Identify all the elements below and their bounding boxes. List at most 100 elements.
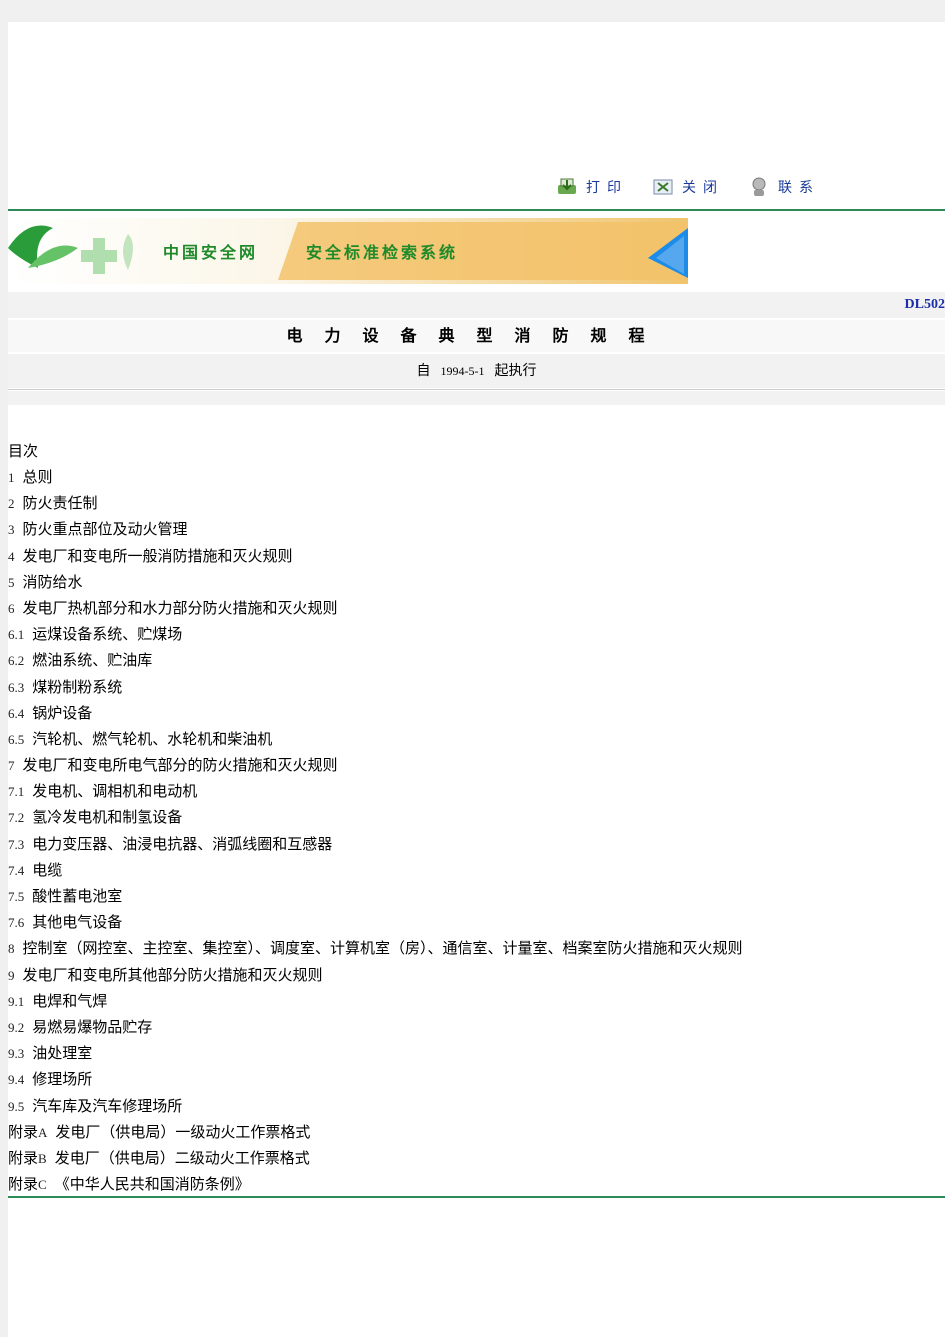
document-title: 电力设备典型消防规程 xyxy=(8,320,945,352)
toc-item: 1 总则 xyxy=(8,464,945,490)
toc-item-number: 6.1 xyxy=(8,627,25,643)
toc-item: 9.4 修理场所 xyxy=(8,1066,945,1092)
toc-appendix: 附录B 发电厂（供电局）二级动火工作票格式 xyxy=(8,1145,945,1171)
toc-item-number: 3 xyxy=(8,522,15,538)
toc-appendix: 附录C 《中华人民共和国消防条例》 xyxy=(8,1171,945,1197)
toc-item-title: 电力变压器、油浸电抗器、消弧线圈和互感器 xyxy=(32,834,333,853)
appendix-prefix: 附录 xyxy=(8,1148,39,1167)
toc-item-title: 汽轮机、燃气轮机、水轮机和柴油机 xyxy=(32,729,273,748)
toc-item-number: 7.4 xyxy=(8,862,25,878)
toc-item: 6.5 汽轮机、燃气轮机、水轮机和柴油机 xyxy=(8,726,945,752)
toc-item-number: 9.5 xyxy=(8,1098,25,1114)
toc-item-number: 9.1 xyxy=(8,993,25,1009)
toc-item-title: 汽车库及汽车修理场所 xyxy=(32,1096,183,1115)
close-icon xyxy=(652,176,674,198)
toc-item-title: 易燃易爆物品贮存 xyxy=(32,1017,153,1036)
toc-item: 7 发电厂和变电所电气部分的防火措施和灭火规则 xyxy=(8,752,945,778)
toc-item-number: 7.2 xyxy=(8,810,25,826)
effective-date: 1994-5-1 xyxy=(440,364,485,378)
toc-item-number: 6.3 xyxy=(8,679,25,695)
toc-item-number: 5 xyxy=(8,574,15,590)
toc-item-title: 控制室（网控室、主控室、集控室）、调度室、计算机室（房）、通信室、计量室、档案室… xyxy=(22,939,743,958)
toc-item-number: 7.6 xyxy=(8,915,25,931)
appendix-title: 《中华人民共和国消防条例》 xyxy=(54,1175,250,1194)
appendix-letter: C xyxy=(38,1177,47,1193)
toc-item: 5 消防给水 xyxy=(8,569,945,595)
appendix-letter: A xyxy=(38,1124,48,1140)
appendix-prefix: 附录 xyxy=(8,1175,39,1194)
toc-item: 8 控制室（网控室、主控室、集控室）、调度室、计算机室（房）、通信室、计量室、档案… xyxy=(8,935,945,961)
toc-item-title: 油处理室 xyxy=(32,1044,93,1063)
effective-suffix: 起执行 xyxy=(494,363,537,379)
banner-site-name: 中国安全网 xyxy=(163,243,259,262)
toc-item-number: 6.5 xyxy=(8,731,25,747)
toc-item-number: 4 xyxy=(8,548,15,564)
toc-item-title: 发电厂和变电所一般消防措施和灭火规则 xyxy=(22,546,293,565)
toc-item: 9 发电厂和变电所其他部分防火措施和灭火规则 xyxy=(8,962,945,988)
toc-item-number: 6.4 xyxy=(8,705,25,721)
toc-item: 7.3 电力变压器、油浸电抗器、消弧线圈和互感器 xyxy=(8,831,945,857)
toc-item-title: 运煤设备系统、贮煤场 xyxy=(32,625,183,644)
contact-button[interactable]: 联系 xyxy=(748,176,820,198)
effective-prefix: 自 xyxy=(416,363,431,379)
effective-date-bar: 自 1994-5-1 起执行 xyxy=(8,354,945,388)
toc-item: 4 发电厂和变电所一般消防措施和灭火规则 xyxy=(8,543,945,569)
toolbar: 打印 关闭 联系 xyxy=(556,174,844,200)
toc-item: 6.4 锅炉设备 xyxy=(8,700,945,726)
appendix-prefix: 附录 xyxy=(8,1122,39,1141)
toc-item-number: 7.5 xyxy=(8,889,25,904)
contact-icon xyxy=(748,176,770,198)
toc-item: 7.5 酸性蓄电池室 xyxy=(8,883,945,909)
toc-appendix: 附录A 发电厂（供电局）一级动火工作票格式 xyxy=(8,1119,945,1145)
toc-item: 6 发电厂热机部分和水力部分防火措施和灭火规则 xyxy=(8,595,945,621)
toc-item-title: 发电厂和变电所电气部分的防火措施和灭火规则 xyxy=(22,756,338,775)
print-label: 打印 xyxy=(586,180,628,196)
toc-item-number: 7.1 xyxy=(8,784,25,800)
toc-item: 6.3 煤粉制粉系统 xyxy=(8,674,945,700)
appendix-title: 发电厂（供电局）一级动火工作票格式 xyxy=(55,1122,311,1141)
toc-item-title: 修理场所 xyxy=(32,1070,93,1089)
toc-item: 3 防火重点部位及动火管理 xyxy=(8,516,945,542)
toc-item: 9.5 汽车库及汽车修理场所 xyxy=(8,1093,945,1119)
toc-item-title: 发电厂和变电所其他部分防火措施和灭火规则 xyxy=(22,965,323,984)
toc-item: 7.2 氢冷发电机和制氢设备 xyxy=(8,804,945,830)
toc-item-title: 电缆 xyxy=(32,860,63,879)
toc-item-title: 防火重点部位及动火管理 xyxy=(22,520,188,539)
close-button[interactable]: 关闭 xyxy=(652,176,724,198)
appendix-title: 发电厂（供电局）二级动火工作票格式 xyxy=(54,1148,310,1167)
toc-item-title: 发电机、调相机和电动机 xyxy=(32,782,198,801)
table-of-contents: 目次 1 总则 2 防火责任制 3 防火重点部位及动火管理 4 发电厂和变电所一般消防措施和灭… xyxy=(8,438,945,1197)
toc-item-number: 6.2 xyxy=(8,653,25,669)
toc-item: 7.1 发电机、调相机和电动机 xyxy=(8,778,945,804)
appendix-letter: B xyxy=(38,1150,47,1166)
header-strip xyxy=(8,391,945,405)
toc-item: 9.1 电焊和气焊 xyxy=(8,988,945,1014)
toc-item-number: 6 xyxy=(8,600,15,616)
toc-item-number: 7 xyxy=(8,758,15,774)
toc-item-number: 9 xyxy=(8,967,15,983)
print-button[interactable]: 打印 xyxy=(556,176,628,198)
toc-item-number: 9.3 xyxy=(8,1046,25,1062)
standard-code-bar: DL502 xyxy=(8,292,945,318)
toc-item-title: 酸性蓄电池室 xyxy=(32,887,123,905)
bottom-divider xyxy=(8,1196,945,1198)
contact-label: 联系 xyxy=(778,180,820,196)
toc-item-title: 防火责任制 xyxy=(22,494,98,513)
toc-item-title: 发电厂热机部分和水力部分防火措施和灭火规则 xyxy=(22,598,338,617)
toc-item-number: 2 xyxy=(8,496,15,512)
toc-item: 2 防火责任制 xyxy=(8,490,945,516)
toc-item-number: 7.3 xyxy=(8,836,25,852)
printer-icon xyxy=(556,176,578,198)
toc-item: 7.4 电缆 xyxy=(8,857,945,883)
toc-item: 6.1 运煤设备系统、贮煤场 xyxy=(8,621,945,647)
toc-item-title: 燃油系统、贮油库 xyxy=(32,651,153,670)
standard-code: DL502 xyxy=(904,297,945,312)
header-divider xyxy=(8,389,945,390)
toc-item-title: 总则 xyxy=(22,468,53,486)
toc-item-title: 锅炉设备 xyxy=(32,703,93,722)
toc-item-title: 电焊和气焊 xyxy=(32,991,108,1010)
toc-item-title: 消防给水 xyxy=(22,572,83,591)
toc-item: 7.6 其他电气设备 xyxy=(8,909,945,935)
toc-item-number: 9.4 xyxy=(8,1072,25,1088)
document-page: 打印 关闭 联系 中国安全网 安全标准检索系统 DL502 电力设备典型消防规程… xyxy=(8,22,945,1337)
